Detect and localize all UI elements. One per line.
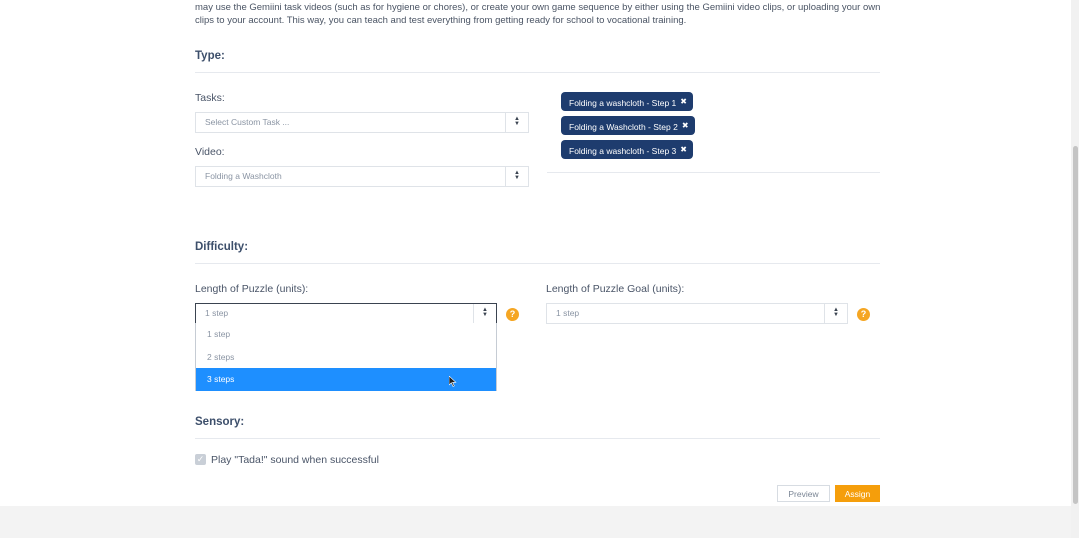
type-divider [195,72,880,73]
dropdown-option[interactable]: 2 steps [196,346,496,369]
type-section-title: Type: [195,50,225,62]
tada-checkbox-label: Play "Tada!" sound when successful [211,454,379,466]
tag-label: Folding a Washcloth - Step 2 [569,122,678,132]
sort-arrows-icon: ▲ ▼ [824,304,847,323]
video-select[interactable]: Folding a Washcloth ▲ ▼ [195,166,529,187]
tasks-select[interactable]: Select Custom Task ... ▲ ▼ [195,112,529,133]
scrollbar-thumb[interactable] [1073,146,1078,504]
puzzle-goal-label: Length of Puzzle Goal (units): [546,283,685,295]
preview-button[interactable]: Preview [777,485,830,502]
difficulty-divider [195,263,880,264]
puzzle-length-label: Length of Puzzle (units): [195,283,309,295]
video-label: Video: [195,146,225,158]
sort-arrows-icon: ▲ ▼ [473,304,496,323]
puzzle-length-select[interactable]: 1 step ▲ ▼ [195,303,497,324]
tada-checkbox[interactable]: ✓ [195,454,206,465]
sensory-section-title: Sensory: [195,416,245,428]
intro-text: may use the Gemiini task videos (such as… [195,2,881,26]
selected-task-tag: Folding a washcloth - Step 3 ✖ [561,140,693,159]
tasks-label: Tasks: [195,92,225,104]
selected-task-tag: Folding a washcloth - Step 1 ✖ [561,92,693,111]
sort-arrows-icon: ▲ ▼ [505,113,528,132]
remove-tag-icon[interactable]: ✖ [680,97,687,106]
page-footer-band [0,506,1079,538]
puzzle-goal-value: 1 step [556,308,580,318]
tag-label: Folding a washcloth - Step 3 [569,146,677,156]
tag-label: Folding a washcloth - Step 1 [569,98,677,108]
sort-arrows-icon: ▲ ▼ [505,167,528,186]
sensory-divider [195,438,880,439]
puzzle-length-value: 1 step [205,308,229,318]
difficulty-section-title: Difficulty: [195,241,249,253]
remove-tag-icon[interactable]: ✖ [682,121,689,130]
tasks-select-value: Select Custom Task ... [205,117,290,127]
tags-divider [547,172,880,173]
video-select-value: Folding a Washcloth [205,171,282,181]
help-icon[interactable]: ? [857,308,870,321]
selected-task-tag: Folding a Washcloth - Step 2 ✖ [561,116,695,135]
mouse-cursor-icon [449,376,457,387]
remove-tag-icon[interactable]: ✖ [680,145,687,154]
assign-button[interactable]: Assign [835,485,880,502]
dropdown-option[interactable]: 1 step [196,323,496,346]
help-icon[interactable]: ? [506,308,519,321]
puzzle-goal-select[interactable]: 1 step ▲ ▼ [546,303,848,324]
